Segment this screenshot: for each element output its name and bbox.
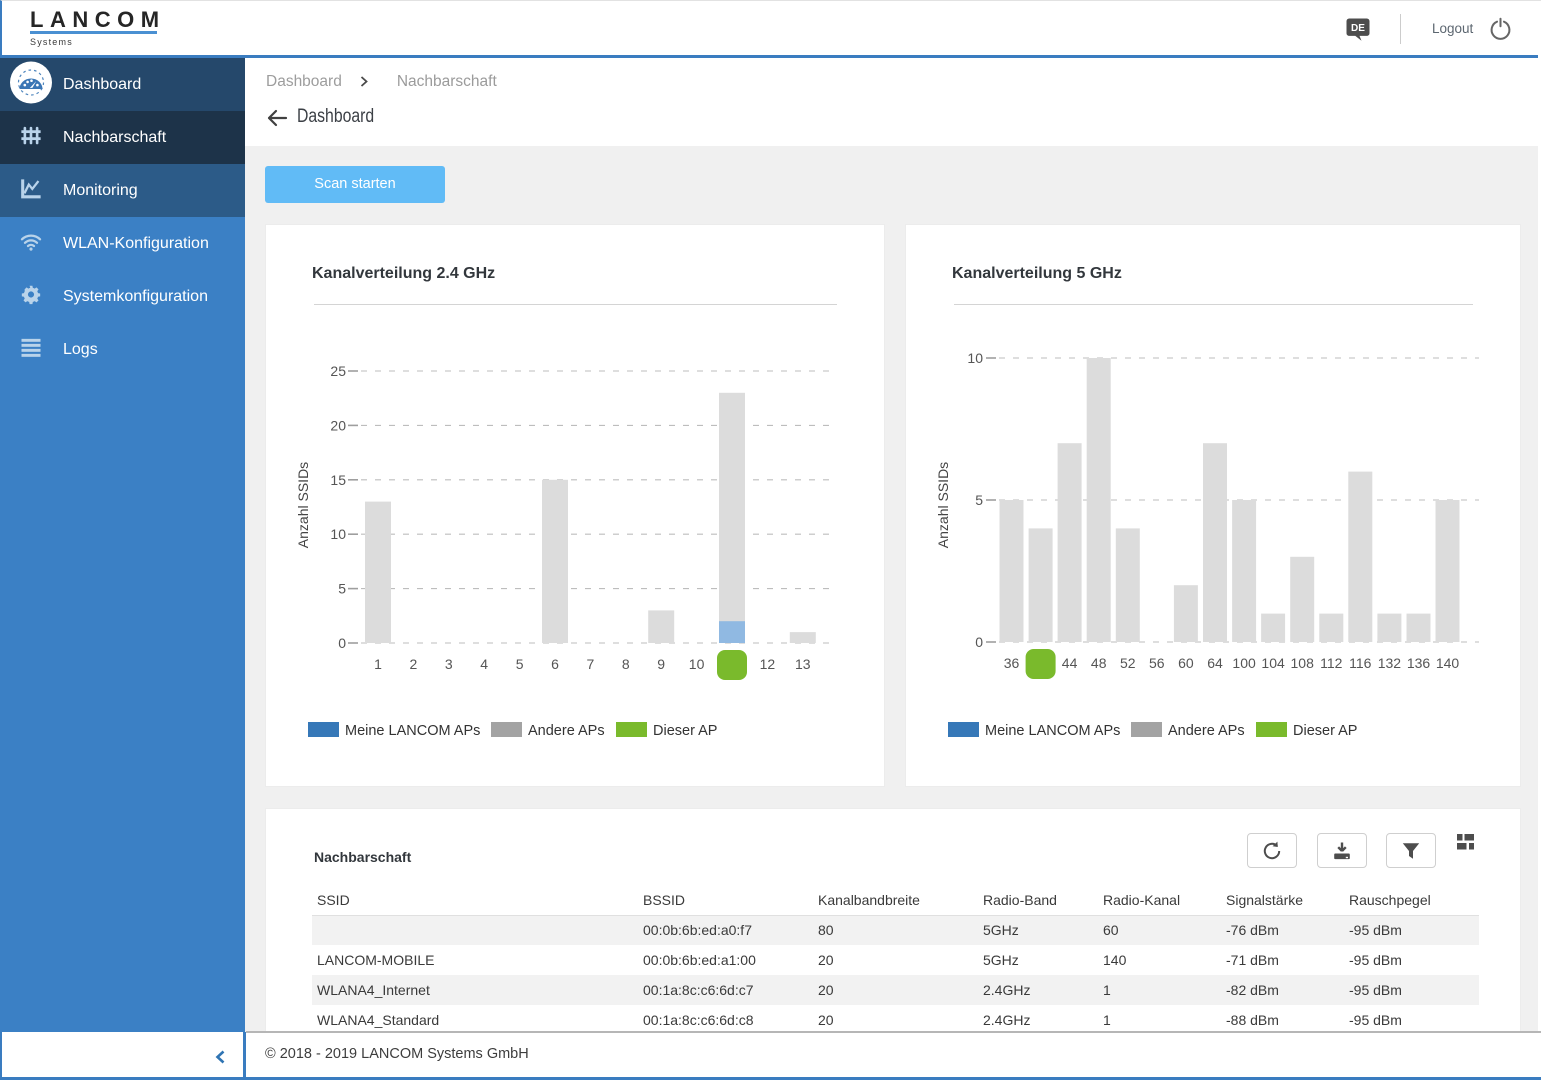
svg-text:116: 116 bbox=[1349, 655, 1372, 671]
svg-text:Anzahl SSIDs: Anzahl SSIDs bbox=[935, 462, 951, 548]
svg-text:Meine LANCOM APs: Meine LANCOM APs bbox=[985, 723, 1120, 739]
svg-text:0: 0 bbox=[338, 635, 346, 651]
svg-text:104: 104 bbox=[1261, 655, 1285, 671]
svg-text:5: 5 bbox=[338, 581, 346, 597]
svg-text:Dieser AP: Dieser AP bbox=[653, 723, 717, 739]
svg-text:25: 25 bbox=[330, 363, 346, 379]
svg-text:10: 10 bbox=[967, 350, 983, 366]
svg-text:Andere APs: Andere APs bbox=[528, 723, 605, 739]
svg-text:DE: DE bbox=[1351, 23, 1365, 34]
svg-text:0: 0 bbox=[975, 634, 983, 650]
svg-text:132: 132 bbox=[1378, 655, 1402, 671]
svg-text:12: 12 bbox=[760, 656, 776, 672]
svg-text:5: 5 bbox=[516, 656, 524, 672]
svg-text:2: 2 bbox=[410, 656, 418, 672]
svg-text:136: 136 bbox=[1407, 655, 1431, 671]
svg-text:4: 4 bbox=[480, 656, 488, 672]
svg-text:48: 48 bbox=[1091, 655, 1107, 671]
svg-text:Dieser AP: Dieser AP bbox=[1293, 723, 1357, 739]
svg-text:10: 10 bbox=[330, 526, 346, 542]
svg-text:3: 3 bbox=[445, 656, 453, 672]
svg-text:Anzahl SSIDs: Anzahl SSIDs bbox=[295, 462, 311, 548]
svg-text:8: 8 bbox=[622, 656, 630, 672]
svg-text:140: 140 bbox=[1436, 655, 1460, 671]
svg-text:1: 1 bbox=[374, 656, 382, 672]
svg-text:44: 44 bbox=[1062, 655, 1078, 671]
svg-text:36: 36 bbox=[1004, 655, 1020, 671]
svg-text:112: 112 bbox=[1320, 655, 1343, 671]
svg-text:52: 52 bbox=[1120, 655, 1136, 671]
svg-text:6: 6 bbox=[551, 656, 559, 672]
svg-text:10: 10 bbox=[689, 656, 705, 672]
svg-text:Meine LANCOM APs: Meine LANCOM APs bbox=[345, 723, 480, 739]
svg-text:7: 7 bbox=[587, 656, 595, 672]
svg-text:100: 100 bbox=[1232, 655, 1256, 671]
svg-text:60: 60 bbox=[1178, 655, 1194, 671]
svg-text:64: 64 bbox=[1207, 655, 1223, 671]
svg-text:5: 5 bbox=[975, 492, 983, 508]
svg-text:9: 9 bbox=[657, 656, 665, 672]
svg-text:13: 13 bbox=[795, 656, 811, 672]
svg-text:15: 15 bbox=[330, 472, 346, 488]
svg-text:108: 108 bbox=[1291, 655, 1315, 671]
svg-text:20: 20 bbox=[330, 417, 346, 433]
svg-text:Andere APs: Andere APs bbox=[1168, 723, 1245, 739]
svg-text:56: 56 bbox=[1149, 655, 1165, 671]
